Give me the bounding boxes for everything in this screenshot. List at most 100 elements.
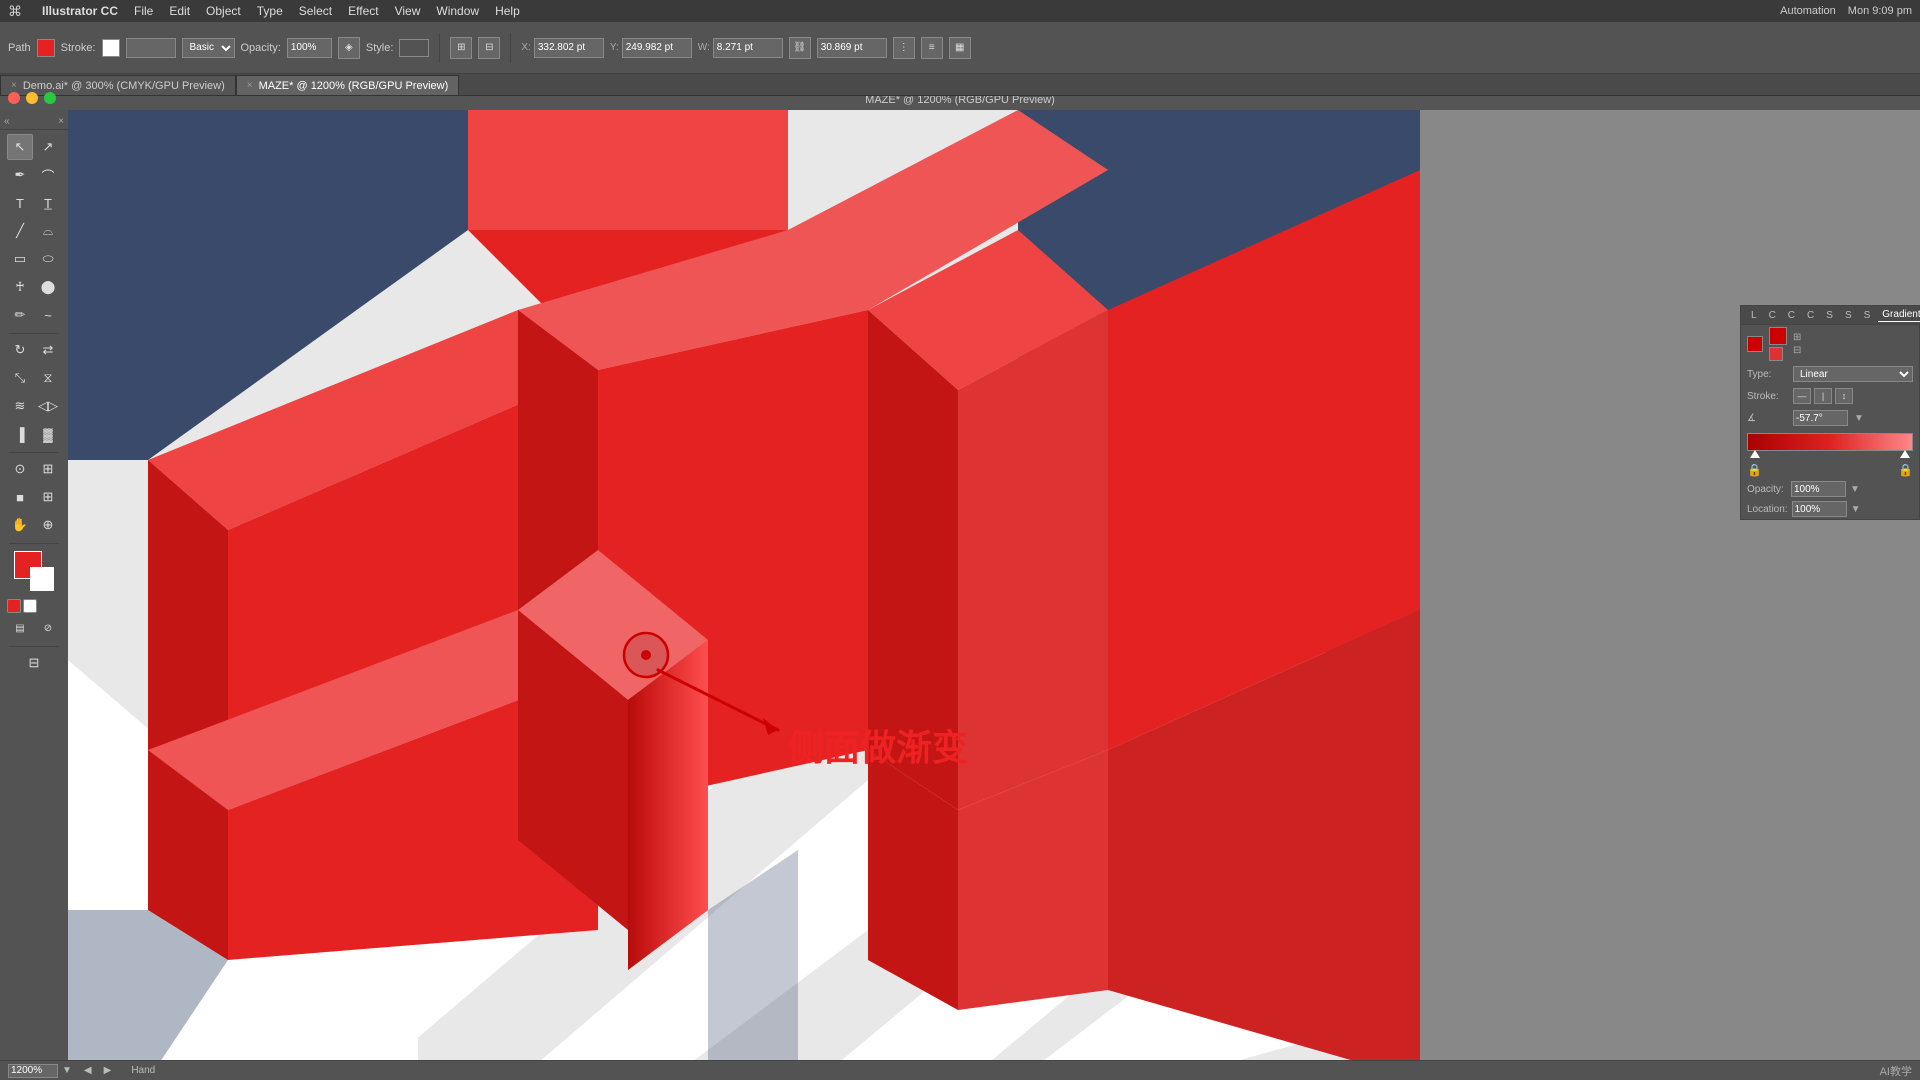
gradient-stop-right[interactable] [1900,450,1910,458]
warp-tool[interactable]: ≋ [7,393,33,419]
panel-tab-c2[interactable]: C [1784,309,1799,322]
transform-icon[interactable]: ⊞ [450,37,472,59]
gradient-location-input[interactable] [1792,501,1847,517]
apple-menu[interactable]: ⌘ [8,3,22,20]
gradient-type-dropdown[interactable]: Linear Radial [1793,366,1913,382]
nav-prev-btn[interactable]: ◀ [84,1065,92,1076]
column-graph-tool[interactable]: ▓ [35,421,61,447]
style-swatch[interactable] [399,39,429,57]
fill-swatch[interactable] [37,39,55,57]
eyedropper-tool[interactable]: ⊙ [7,456,33,482]
y-input[interactable] [622,38,692,58]
lock-right-icon[interactable]: 🔒 [1898,463,1913,477]
direct-selection-tool[interactable]: ↗ [35,134,61,160]
gradient-title[interactable]: Gradient [1878,308,1920,322]
gradient-stop-left[interactable] [1750,450,1760,458]
menu-view[interactable]: View [395,4,421,18]
mesh-tool[interactable]: ⊞ [35,484,61,510]
touch-type-tool[interactable]: T̲ [35,190,61,216]
smooth-tool[interactable]: ~ [35,302,61,328]
x-input[interactable] [534,38,604,58]
rotate-tool[interactable]: ↻ [7,337,33,363]
selection-tool[interactable]: ↖ [7,134,33,160]
panel-close-icon[interactable]: × [58,116,64,127]
menu-file[interactable]: File [134,4,153,18]
lock-left-icon[interactable]: 🔒 [1747,463,1762,477]
curvature-tool[interactable]: ⌒ [35,162,61,188]
stroke-color-btn[interactable] [23,599,37,613]
panel-tab-l[interactable]: L [1747,309,1761,322]
tab-close-demo[interactable]: × [11,80,17,91]
stroke-opt-1[interactable]: — [1793,388,1811,404]
w-input[interactable] [713,38,783,58]
more-options-icon[interactable]: ⋮ [893,37,915,59]
close-button[interactable] [8,92,20,104]
panel-tab-s2[interactable]: S [1841,309,1856,322]
menu-help[interactable]: Help [495,4,520,18]
opacity-dropdown-btn[interactable]: ▼ [1850,484,1860,495]
gradient-icon-1[interactable]: ⊞ [1793,332,1801,343]
rectangle-tool[interactable]: ▭ [7,246,33,272]
arc-tool[interactable]: ⌓ [35,218,61,244]
extra-btn-2[interactable]: ▦ [949,37,971,59]
h-input[interactable] [817,38,887,58]
menu-edit[interactable]: Edit [169,4,190,18]
shear-tool[interactable]: ⧖ [35,365,61,391]
gradient-bar[interactable] [1747,433,1913,451]
angle-dropdown-btn[interactable]: ▼ [1854,413,1864,424]
lock-proportions-icon[interactable]: ⛓ [789,37,811,59]
zoom-tool[interactable]: ⊕ [35,512,61,538]
paintbrush-tool[interactable]: ♰ [7,274,33,300]
tab-close-maze[interactable]: × [247,80,253,91]
pencil-tool[interactable]: ✏ [7,302,33,328]
bar-graph-tool[interactable]: ▐ [7,421,33,447]
reflect-tool[interactable]: ⇄ [35,337,61,363]
panel-collapse-icon[interactable]: « [4,116,10,127]
fill-color-btn[interactable] [7,599,21,613]
gradient-stop-swatch-1[interactable] [1747,336,1763,352]
stroke-opt-2[interactable]: | [1814,388,1832,404]
panel-tab-c1[interactable]: C [1765,309,1780,322]
gradient-icon-2[interactable]: ⊟ [1793,345,1801,356]
panel-tab-c3[interactable]: C [1803,309,1818,322]
type-tool[interactable]: T [7,190,33,216]
menu-window[interactable]: Window [436,4,479,18]
artboard-tool[interactable]: ⊟ [9,650,59,676]
blob-brush-tool[interactable]: ⬤ [35,274,61,300]
tab-maze[interactable]: × MAZE* @ 1200% (RGB/GPU Preview) [236,75,460,95]
stroke-style-dropdown[interactable]: Basic [182,38,235,58]
extra-btn-1[interactable]: ≡ [921,37,943,59]
menu-object[interactable]: Object [206,4,241,18]
stroke-swatch[interactable] [102,39,120,57]
measure-tool[interactable]: ⊞ [35,456,61,482]
zoom-dropdown-btn[interactable]: ▼ [62,1065,72,1076]
panel-tab-s1[interactable]: S [1822,309,1837,322]
gradient-tool[interactable]: ■ [7,484,33,510]
background-swatch[interactable] [30,567,54,591]
ellipse-tool[interactable]: ⬭ [35,246,61,272]
scale-tool[interactable]: ⤡ [7,365,33,391]
no-fill-btn[interactable]: ⊘ [35,615,61,641]
menu-select[interactable]: Select [299,4,332,18]
angle-input[interactable] [1793,410,1848,426]
width-tool[interactable]: ◁▷ [35,393,61,419]
location-dropdown-btn[interactable]: ▼ [1851,504,1861,515]
line-tool[interactable]: ╱ [7,218,33,244]
opacity-input[interactable] [287,38,332,58]
gradient-fill-btn[interactable]: ▤ [7,615,33,641]
appearance-icon[interactable]: ◈ [338,37,360,59]
gradient-swatch-mid[interactable] [1769,347,1783,361]
zoom-input[interactable] [8,1064,58,1078]
gradient-opacity-input[interactable] [1791,481,1846,497]
maximize-button[interactable] [44,92,56,104]
stroke-opt-3[interactable]: ↕ [1835,388,1853,404]
menu-effect[interactable]: Effect [348,4,378,18]
hand-tool[interactable]: ✋ [7,512,33,538]
gradient-swatch-dark[interactable] [1769,327,1787,345]
minimize-button[interactable] [26,92,38,104]
menu-type[interactable]: Type [257,4,283,18]
align-icon[interactable]: ⊟ [478,37,500,59]
canvas-area[interactable]: 侧面做渐变 [68,110,1920,1060]
stroke-weight-input[interactable] [126,38,176,58]
nav-next-btn[interactable]: ▶ [104,1065,112,1076]
